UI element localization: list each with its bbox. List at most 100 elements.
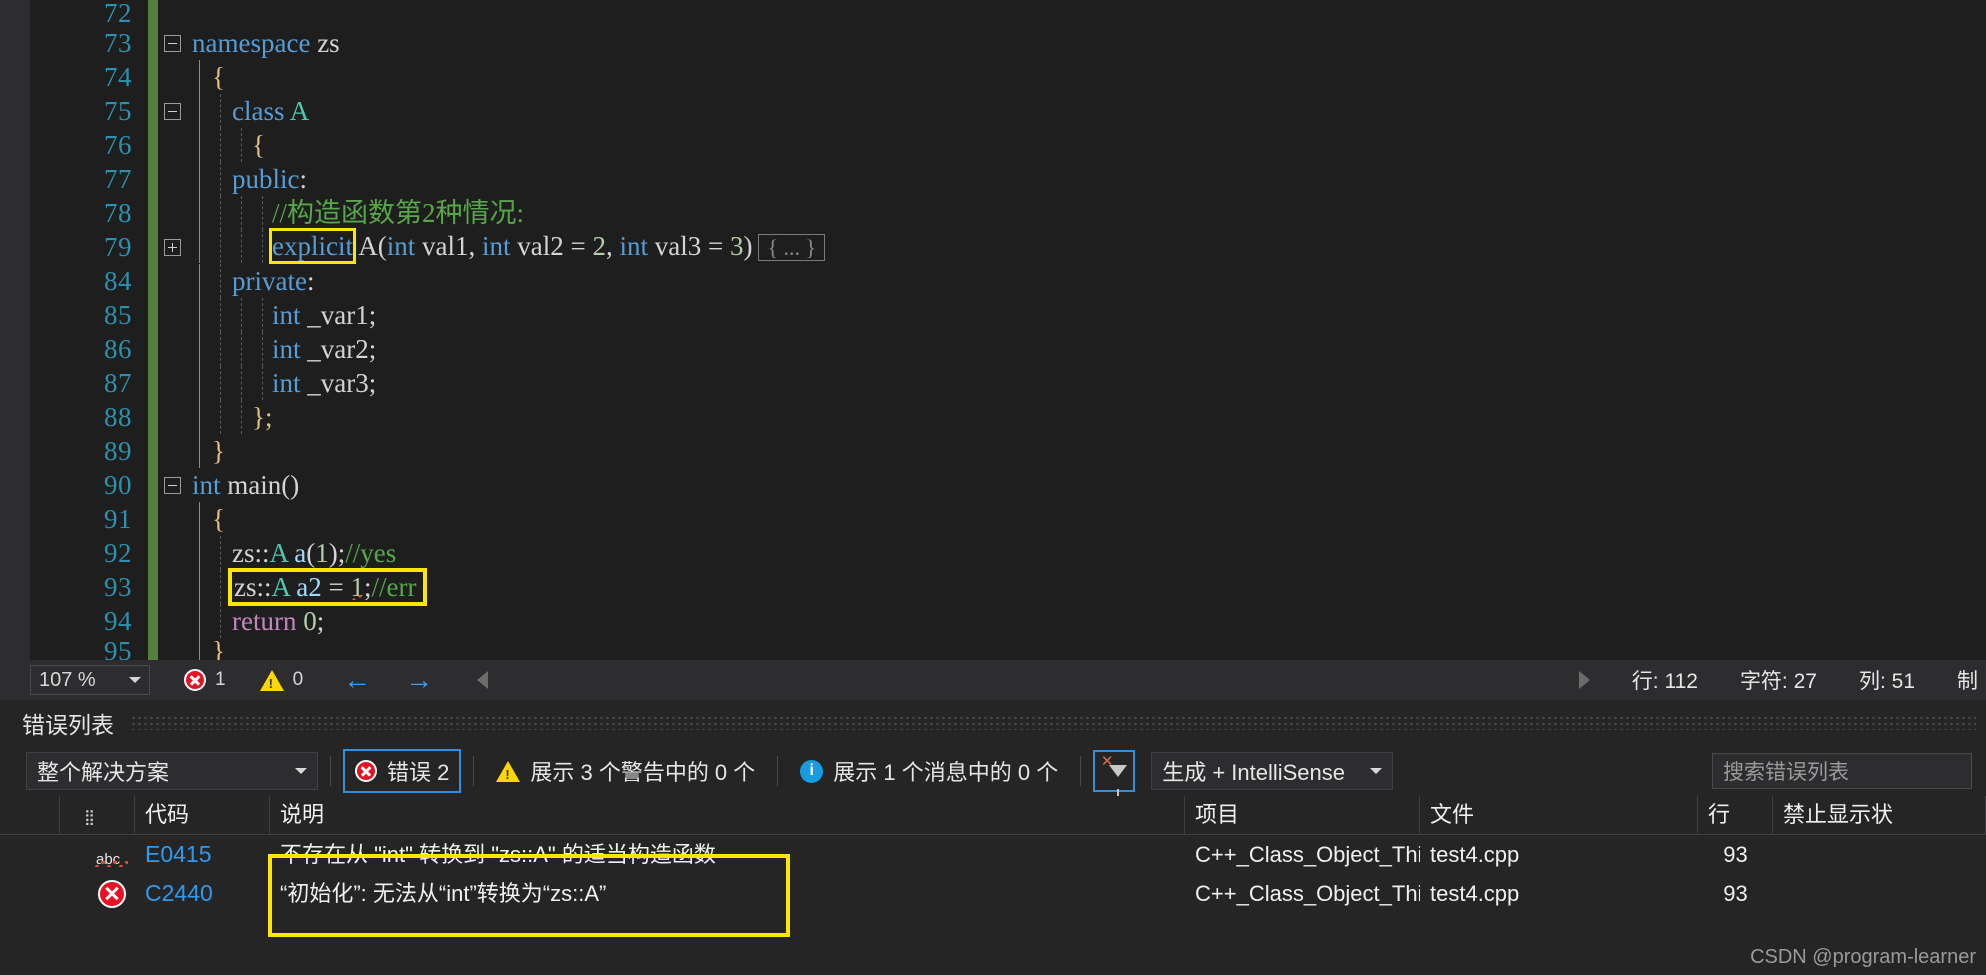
warnings-toggle-button[interactable]: 展示 3 个警告中的 0 个 <box>486 751 765 791</box>
code-text[interactable]: { <box>192 60 1692 94</box>
fold-margin[interactable] <box>158 434 192 468</box>
fold-margin[interactable] <box>158 162 192 196</box>
code-text[interactable]: } <box>192 638 1692 660</box>
code-line[interactable]: 73 namespace zs <box>30 26 1986 60</box>
fold-margin[interactable] <box>158 94 192 128</box>
row-selector-cell[interactable] <box>0 874 60 913</box>
fold-margin[interactable] <box>158 502 192 536</box>
messages-toggle-button[interactable]: i 展示 1 个消息中的 0 个 <box>790 751 1068 791</box>
code-text[interactable]: int _var2; <box>192 332 1692 366</box>
navigate-forward-icon[interactable]: → <box>405 664 433 696</box>
code-text[interactable]: private: <box>192 264 1692 298</box>
header-selector[interactable] <box>0 796 60 834</box>
row-severity-cell <box>60 874 135 913</box>
status-warning-count[interactable]: 0 <box>259 669 304 691</box>
code-line[interactable]: 93 zs::A a2 = 1;//err <box>30 568 1986 606</box>
code-line[interactable]: 88}; <box>30 400 1986 434</box>
info-icon: i <box>800 759 824 783</box>
fold-margin[interactable] <box>158 26 192 60</box>
code-text[interactable]: int main() <box>192 468 1692 502</box>
fold-margin[interactable] <box>158 366 192 400</box>
header-suppression[interactable]: 禁止显示状 <box>1773 796 1986 834</box>
code-token: A <box>269 538 288 568</box>
messages-toggle-label: 展示 1 个消息中的 0 个 <box>833 760 1059 785</box>
fold-margin[interactable] <box>158 536 192 570</box>
change-indicator-bar <box>148 634 158 660</box>
collapse-region-icon[interactable] <box>164 35 181 52</box>
table-row[interactable]: abc E0415 不存在从 "int" 转换到 "zs::A" 的适当构造函数 C+… <box>0 835 1986 874</box>
code-line[interactable]: 77 public: <box>30 162 1986 196</box>
code-line[interactable]: 78 //构造函数第2种情况: <box>30 196 1986 230</box>
code-line[interactable]: 89} <box>30 434 1986 468</box>
code-line[interactable]: 91 { <box>30 502 1986 536</box>
code-text[interactable]: //构造函数第2种情况: <box>192 196 1692 230</box>
code-text[interactable]: { <box>192 502 1692 536</box>
table-row[interactable]: C2440 “初始化”: 无法从“int”转换为“zs::A” C++_Class_… <box>0 874 1986 913</box>
code-line[interactable]: 75 class A <box>30 94 1986 128</box>
fold-margin[interactable] <box>158 570 192 604</box>
code-line[interactable]: 92 zs::A a(1);//yes <box>30 536 1986 570</box>
expand-region-icon[interactable] <box>164 239 181 256</box>
errors-toggle-button[interactable]: 错误 2 <box>343 749 462 793</box>
code-text[interactable]: namespace zs <box>192 26 1692 60</box>
status-warning-count-value: 0 <box>292 669 304 690</box>
code-text[interactable]: int _var3; <box>192 366 1692 400</box>
code-line[interactable]: 94 return 0; <box>30 604 1986 638</box>
header-line[interactable]: 行 <box>1698 796 1773 834</box>
zoom-level-combo[interactable]: 107 % <box>30 665 150 695</box>
code-text[interactable]: zs::A a2 = 1;//err <box>192 568 1692 606</box>
fold-margin[interactable] <box>158 230 192 264</box>
status-error-count[interactable]: 1 <box>184 669 226 691</box>
fold-margin[interactable] <box>158 60 192 94</box>
row-selector-cell[interactable] <box>0 835 60 874</box>
code-text[interactable]: zs::A a(1);//yes <box>192 536 1692 570</box>
code-editor[interactable]: 72 73 namespace zs 74 {75 class A 76 {77 public:… <box>0 0 1986 660</box>
fold-margin[interactable] <box>158 400 192 434</box>
collapse-region-icon[interactable] <box>164 477 181 494</box>
header-description[interactable]: 说明 <box>270 796 1185 834</box>
indent-guide <box>220 400 221 434</box>
header-project[interactable]: 项目 <box>1185 796 1420 834</box>
code-line[interactable]: 72 <box>30 0 1986 30</box>
code-line[interactable]: 95} <box>30 634 1986 660</box>
build-source-combo[interactable]: 生成 + IntelliSense <box>1151 752 1394 790</box>
fold-margin[interactable] <box>158 604 192 638</box>
code-text[interactable]: { <box>192 128 1692 162</box>
code-text[interactable]: } <box>192 434 1692 468</box>
collapse-region-icon[interactable] <box>164 103 181 120</box>
code-line[interactable]: 85 int _var1; <box>30 298 1986 332</box>
change-indicator-bar <box>148 366 158 400</box>
header-code[interactable]: 代码 <box>135 796 270 834</box>
fold-margin[interactable] <box>158 634 192 660</box>
code-line[interactable]: 79 explicit A(int val1, int val2 = 2, int… <box>30 228 1986 265</box>
scroll-right-icon[interactable] <box>1578 671 1590 689</box>
code-line[interactable]: 84 private: <box>30 264 1986 298</box>
fold-margin[interactable] <box>158 264 192 298</box>
fold-margin[interactable] <box>158 468 192 502</box>
code-text[interactable]: class A <box>192 94 1692 128</box>
code-text[interactable]: public: <box>192 162 1692 196</box>
code-text[interactable]: return 0; <box>192 604 1692 638</box>
scroll-left-icon[interactable] <box>477 671 489 689</box>
search-errors-box[interactable]: 搜索错误列表 <box>1712 753 1972 789</box>
fold-margin[interactable] <box>158 332 192 366</box>
code-text[interactable]: int _var1; <box>192 298 1692 332</box>
header-file[interactable]: 文件 <box>1420 796 1698 834</box>
collapsed-block-indicator[interactable]: { ... } <box>758 234 826 261</box>
navigate-back-icon[interactable]: ← <box>343 664 371 696</box>
code-line[interactable]: 76 { <box>30 128 1986 162</box>
editor-text-surface[interactable]: 72 73 namespace zs 74 {75 class A 76 {77 public:… <box>30 0 1986 660</box>
fold-margin[interactable] <box>158 196 192 230</box>
code-text[interactable]: }; <box>192 400 1692 434</box>
code-text[interactable]: explicit A(int val1, int val2 = 2, int v… <box>192 228 1692 265</box>
code-line[interactable]: 86 int _var2; <box>30 332 1986 366</box>
code-line[interactable]: 90 int main() <box>30 468 1986 502</box>
scope-filter-combo[interactable]: 整个解决方案 <box>26 752 318 790</box>
code-line[interactable]: 87 int _var3; <box>30 366 1986 400</box>
fold-margin[interactable] <box>158 298 192 332</box>
header-severity-icon[interactable]: ⣿ <box>60 796 135 834</box>
code-line[interactable]: 74 { <box>30 60 1986 94</box>
indent-guide <box>241 128 242 162</box>
clear-filter-button[interactable]: ✕ <box>1093 750 1136 796</box>
fold-margin[interactable] <box>158 128 192 162</box>
